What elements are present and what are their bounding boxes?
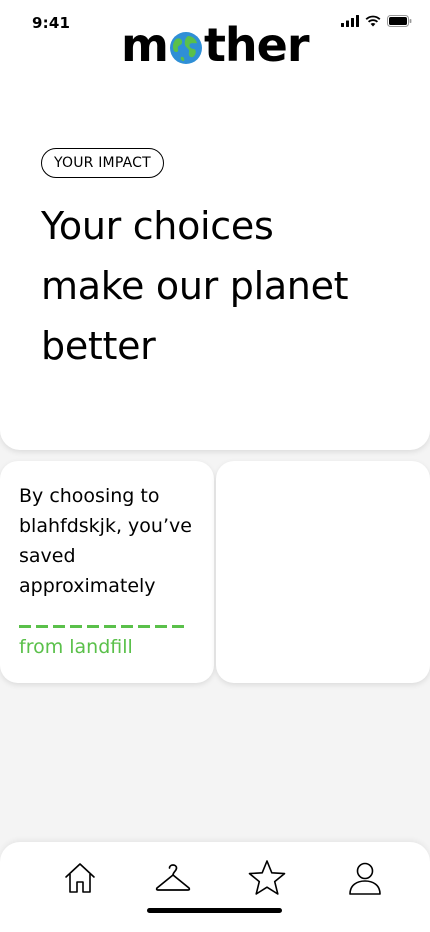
nav-favorites[interactable] bbox=[247, 858, 287, 898]
nav-profile[interactable] bbox=[345, 858, 385, 898]
globe-icon bbox=[169, 32, 202, 64]
logo-text-end: ther bbox=[203, 18, 310, 72]
home-icon bbox=[65, 863, 95, 893]
impact-line: blahfdskjk, you’ve bbox=[19, 515, 192, 537]
impact-line: saved bbox=[19, 545, 76, 567]
impact-description: By choosing to blahfdskjk, you’ve saved … bbox=[19, 481, 204, 601]
profile-icon bbox=[349, 862, 381, 895]
hero-card: 9:41 m ther YOUR IMPACT Your choices mak… bbox=[0, 0, 430, 450]
wifi-icon bbox=[365, 15, 381, 27]
impact-highlight: from landfill bbox=[19, 636, 133, 658]
amount-placeholder-dashes bbox=[19, 625, 187, 628]
star-icon bbox=[248, 860, 286, 895]
hanger-icon bbox=[155, 864, 191, 891]
headline-line: Your choices bbox=[41, 204, 274, 248]
page-title: Your choices make our planet better bbox=[41, 196, 401, 376]
status-icons bbox=[341, 14, 412, 28]
bottom-navigation bbox=[0, 842, 430, 932]
empty-stat-card[interactable] bbox=[216, 461, 430, 683]
logo-text-start: m bbox=[121, 18, 169, 72]
nav-wardrobe[interactable] bbox=[152, 858, 194, 898]
status-time: 9:41 bbox=[32, 14, 71, 32]
battery-icon bbox=[387, 15, 412, 27]
headline-line: better bbox=[41, 324, 156, 368]
mother-logo: m ther bbox=[121, 18, 310, 72]
cellular-signal-icon bbox=[341, 15, 359, 27]
impact-screen: 9:41 m ther YOUR IMPACT Your choices mak… bbox=[0, 0, 430, 932]
impact-line: approximately bbox=[19, 575, 156, 597]
headline-line: make our planet bbox=[41, 264, 349, 308]
home-indicator bbox=[147, 908, 282, 913]
nav-home[interactable] bbox=[60, 858, 100, 898]
your-impact-badge: YOUR IMPACT bbox=[41, 148, 164, 178]
impact-line: By choosing to bbox=[19, 485, 160, 507]
